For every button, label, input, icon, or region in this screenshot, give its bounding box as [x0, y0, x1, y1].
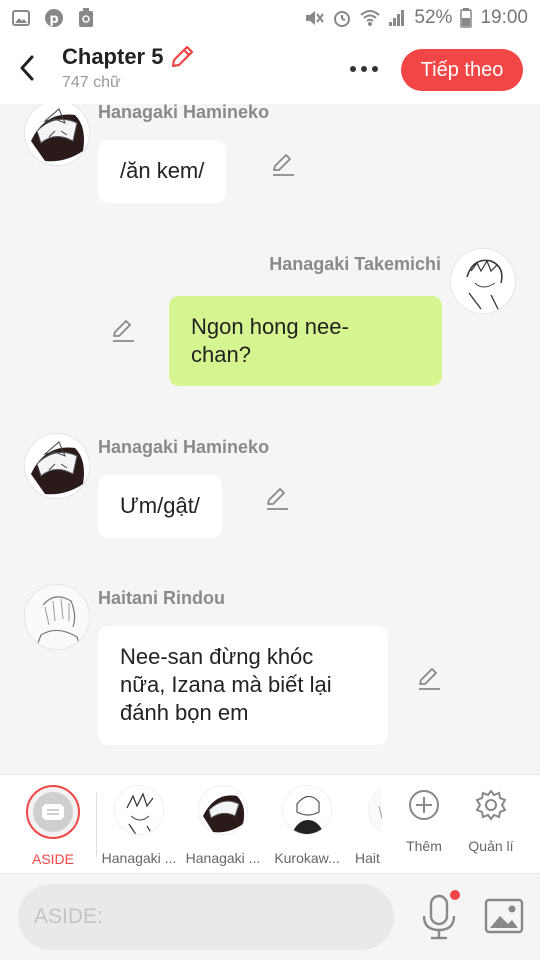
next-chapter-button[interactable]: Tiếp theo: [401, 49, 523, 91]
character-name: Hanagaki ...: [185, 850, 261, 866]
plus-circle-icon: [409, 790, 439, 820]
input-bar: [0, 874, 540, 960]
manage-label: Quản lí: [468, 838, 514, 854]
battery-icon: [460, 8, 473, 28]
character-avatar: [282, 785, 332, 835]
character-item[interactable]: Kurokaw...: [268, 785, 346, 866]
character-avatar: [368, 785, 382, 835]
sender-name: Haitani Rindou: [98, 588, 225, 608]
word-count: 747 chữ: [62, 74, 121, 91]
message-input[interactable]: [18, 884, 394, 950]
aside-character[interactable]: ASIDE: [26, 785, 80, 867]
gear-icon: [475, 789, 507, 821]
more-dot-icon: [350, 66, 356, 72]
message-bubble[interactable]: Nee-san đừng khóc nữa, Izana mà biết lại…: [98, 626, 388, 745]
character-avatar: [198, 785, 248, 835]
character-avatar: [114, 785, 164, 835]
character-item[interactable]: Hanagaki ...: [100, 785, 178, 866]
character-item[interactable]: Hanagaki ...: [184, 785, 262, 866]
microphone-icon[interactable]: [418, 894, 460, 940]
character-name: Hanagaki ...: [101, 850, 177, 866]
character-name: Hait: [355, 850, 380, 866]
title-block: Chapter 5 747 chữ: [62, 44, 195, 92]
alarm-icon: [332, 8, 352, 28]
chapter-header: Chapter 5 747 chữ Tiếp theo: [0, 36, 540, 104]
image-icon[interactable]: [484, 896, 524, 936]
message-bubble[interactable]: Ngon hong nee- chan?: [169, 296, 442, 386]
more-dot-icon: [372, 66, 378, 72]
recycle-notification-icon: [78, 8, 94, 28]
edit-message-pencil-icon[interactable]: [270, 152, 296, 178]
wifi-icon: [360, 9, 381, 27]
message-bubble[interactable]: Ưm/gật/: [98, 475, 222, 538]
svg-text:p: p: [49, 12, 58, 27]
add-label: Thêm: [406, 838, 442, 854]
divider: [96, 793, 97, 857]
avatar-hamineko[interactable]: [24, 433, 90, 499]
avatar-hamineko[interactable]: [24, 104, 90, 166]
chat-bubble-icon: [42, 804, 64, 820]
chat-area[interactable]: Hanagaki Hamineko /ăn kem/ Hanagaki Take…: [0, 104, 540, 774]
back-button[interactable]: [12, 50, 42, 86]
battery-percent: 52%: [414, 7, 453, 28]
avatar-takemichi[interactable]: [450, 248, 516, 314]
clock: 19:00: [480, 7, 528, 28]
chapter-title: Chapter 5: [62, 44, 164, 69]
more-dot-icon: [361, 66, 367, 72]
chevron-left-icon: [20, 55, 34, 81]
more-options-button[interactable]: [344, 54, 384, 84]
edit-title-pencil-icon[interactable]: [169, 44, 195, 70]
status-bar: p 52% 19:00: [0, 0, 540, 36]
gallery-notification-icon: [12, 10, 30, 26]
edit-message-pencil-icon[interactable]: [110, 318, 136, 344]
pinterest-icon: p: [44, 8, 64, 28]
manage-characters-button[interactable]: Quản lí: [461, 789, 521, 854]
edit-message-pencil-icon[interactable]: [416, 666, 442, 692]
mute-icon: [304, 8, 325, 28]
message-bubble[interactable]: /ăn kem/: [98, 140, 227, 203]
sender-name: Hanagaki Hamineko: [98, 437, 270, 457]
character-bar: ASIDE Hanagaki ... Hanagaki ... Kurokaw.…: [0, 774, 540, 874]
sender-name: Hanagaki Takemichi: [269, 254, 441, 274]
avatar-rindou[interactable]: [24, 584, 90, 650]
signal-icon: [388, 9, 406, 27]
add-character-button[interactable]: Thêm: [394, 789, 454, 854]
aside-label: ASIDE: [31, 851, 74, 867]
sender-name: Hanagaki Hamineko: [98, 104, 270, 122]
character-name: Kurokaw...: [274, 850, 340, 866]
recording-indicator-dot: [450, 890, 460, 900]
edit-message-pencil-icon[interactable]: [264, 486, 290, 512]
character-item[interactable]: Hait: [352, 785, 382, 866]
